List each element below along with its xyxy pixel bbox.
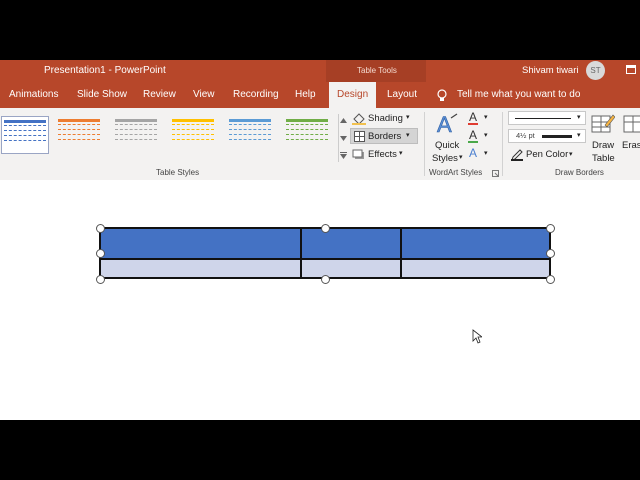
- effects-button[interactable]: Effects ▾: [352, 147, 418, 162]
- column-border: [300, 229, 302, 277]
- effects-icon: [352, 149, 364, 159]
- styles-label: Styles: [432, 153, 458, 164]
- pen-weight-select[interactable]: 4½ pt ▾: [508, 129, 586, 143]
- tab-layout[interactable]: Layout: [387, 82, 417, 108]
- quick-label: Quick: [435, 140, 460, 151]
- gallery-up-icon[interactable]: [340, 118, 347, 123]
- table-style-thumb-green[interactable]: [284, 116, 330, 152]
- column-border: [400, 229, 402, 277]
- text-fill-icon: A: [469, 110, 478, 124]
- chevron-down-icon: ▾: [577, 114, 581, 121]
- chevron-down-icon: ▾: [569, 151, 573, 158]
- lightbulb-icon: [437, 89, 447, 101]
- table-header-row[interactable]: [101, 229, 549, 258]
- gallery-more-icon[interactable]: [340, 152, 347, 159]
- resize-handle-bottom[interactable]: [321, 275, 330, 284]
- gallery-down-icon[interactable]: [340, 136, 347, 141]
- svg-text:A: A: [437, 112, 452, 136]
- paint-bucket-icon: [352, 113, 366, 125]
- table-style-thumb-lightblue[interactable]: [227, 116, 273, 152]
- pen-style-select[interactable]: ▾: [508, 111, 586, 125]
- chevron-down-icon: ▾: [484, 150, 488, 157]
- table[interactable]: [99, 227, 551, 279]
- borders-label: Borders: [368, 131, 402, 142]
- shading-label: Shading: [368, 113, 403, 124]
- title-bar: Presentation1 - PowerPoint Table Tools S…: [0, 60, 640, 82]
- resize-handle-top-left[interactable]: [96, 224, 105, 233]
- window-title: Presentation1 - PowerPoint: [44, 65, 166, 76]
- borders-grid-icon: [354, 131, 365, 142]
- pen-weight-line: [542, 135, 572, 138]
- text-effects-button[interactable]: A ▾: [467, 146, 491, 162]
- ribbon: Table Styles Shading ▾ Borders ▾ Effects…: [0, 108, 640, 181]
- table-tools-label: Table Tools: [357, 66, 397, 75]
- chevron-down-icon: ▾: [406, 132, 410, 139]
- pen-weight-value: 4½ pt: [516, 131, 535, 140]
- wordart-a-icon: A: [437, 112, 458, 136]
- resize-handle-left[interactable]: [96, 249, 105, 258]
- table-style-thumb-gray[interactable]: [113, 116, 159, 152]
- tab-recording[interactable]: Recording: [233, 82, 279, 108]
- table-label: Table: [592, 153, 615, 164]
- resize-handle-bottom-right[interactable]: [546, 275, 555, 284]
- table-style-thumb-gold[interactable]: [170, 116, 216, 152]
- gallery-scroll[interactable]: [338, 114, 348, 162]
- group-separator: [502, 112, 503, 176]
- tab-view[interactable]: View: [193, 82, 215, 108]
- resize-handle-top[interactable]: [321, 224, 330, 233]
- chevron-down-icon: ▾: [406, 114, 410, 121]
- chevron-down-icon: ▾: [399, 150, 403, 157]
- pen-color-button[interactable]: Pen Color ▾: [509, 148, 579, 162]
- table-style-thumb-orange[interactable]: [56, 116, 102, 152]
- text-outline-icon: A: [469, 128, 478, 142]
- text-fill-color-bar: [468, 123, 478, 125]
- eraser-icon: [623, 115, 640, 133]
- slide-canvas[interactable]: [0, 180, 640, 420]
- group-separator: [424, 112, 425, 176]
- chevron-down-icon: ▾: [484, 132, 488, 139]
- tell-me-search[interactable]: Tell me what you want to do: [457, 82, 580, 108]
- chevron-down-icon: ▾: [577, 132, 581, 139]
- tab-help[interactable]: Help: [295, 82, 316, 108]
- borders-button[interactable]: Borders ▾: [350, 128, 418, 144]
- quick-styles-button[interactable]: A Quick Styles ▾: [429, 110, 465, 166]
- tab-animations[interactable]: Animations: [9, 82, 58, 108]
- pen-style-line: [515, 118, 571, 119]
- chevron-down-icon: ▾: [484, 114, 488, 121]
- draw-table-button[interactable]: Draw Table: [588, 110, 618, 166]
- tab-review[interactable]: Review: [143, 82, 176, 108]
- draw-label: Draw: [592, 140, 615, 151]
- resize-handle-top-right[interactable]: [546, 224, 555, 233]
- text-outline-button[interactable]: A ▾: [467, 128, 491, 144]
- resize-handle-bottom-left[interactable]: [96, 275, 105, 284]
- eraser-button[interactable]: Eras: [620, 110, 640, 166]
- text-fill-button[interactable]: A ▾: [467, 110, 491, 126]
- resize-handle-right[interactable]: [546, 249, 555, 258]
- wordart-styles-group-label: WordArt Styles: [429, 168, 483, 177]
- pen-color-label: Pen Color: [526, 149, 569, 160]
- text-effects-icon: A: [469, 146, 478, 160]
- pen-icon: [511, 149, 523, 161]
- effects-label: Effects: [368, 149, 397, 160]
- tab-slide-show[interactable]: Slide Show: [77, 82, 127, 108]
- chevron-down-icon: ▾: [459, 154, 463, 161]
- draw-table-icon: [591, 114, 615, 133]
- ribbon-display-options-icon[interactable]: [626, 65, 636, 74]
- draw-borders-group-label: Draw Borders: [555, 168, 604, 177]
- table-style-thumb-blue-selected[interactable]: [1, 116, 49, 154]
- context-tab-group: Table Tools: [326, 60, 426, 82]
- tab-design[interactable]: Design: [329, 82, 377, 108]
- shading-button[interactable]: Shading ▾: [352, 111, 418, 126]
- user-name[interactable]: Shivam tiwari: [522, 65, 579, 76]
- table-styles-group-label: Table Styles: [156, 168, 200, 177]
- row-border: [101, 258, 549, 260]
- ribbon-tab-bar: Animations Slide Show Review View Record…: [0, 82, 640, 108]
- eraser-label: Eras: [622, 140, 640, 151]
- avatar[interactable]: ST: [586, 61, 605, 80]
- text-outline-color-bar: [468, 141, 478, 143]
- mouse-cursor-icon: [472, 329, 482, 344]
- dialog-launcher-icon[interactable]: [492, 170, 499, 177]
